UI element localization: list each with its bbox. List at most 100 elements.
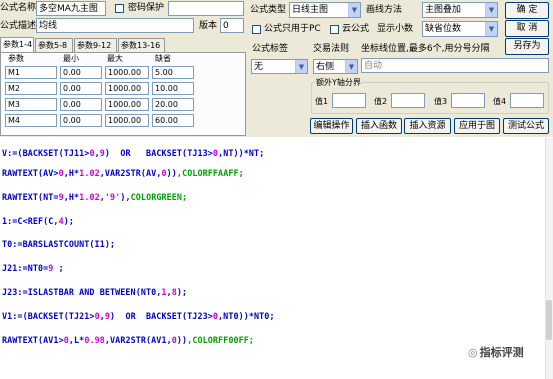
chevron-down-icon: ▼ [345, 60, 357, 73]
param-default-cell[interactable]: 20.00 [152, 98, 194, 111]
vertical-scrollbar[interactable] [545, 138, 553, 379]
code-line[interactable]: RAWTEXT(NT=9,H*1.02,'9'),COLORGREEN; [2, 192, 187, 202]
param-min-cell[interactable]: 0.00 [60, 82, 102, 95]
chevron-down-icon: ▼ [485, 22, 497, 36]
param-name-cell[interactable]: M4 [5, 114, 57, 127]
params-header-min: 最小 [63, 54, 79, 63]
param-name-cell[interactable]: M3 [5, 98, 57, 111]
watermark-text: 指标评测 [479, 346, 524, 359]
version-label: 版本 [199, 21, 218, 31]
code-line[interactable]: T0:=BARSLASTCOUNT(I1); [2, 239, 115, 249]
coord-line-label: 坐标线位置,最多6个,用分号分隔 [361, 44, 490, 54]
save-as-button[interactable]: 另存为 [505, 38, 549, 55]
extra-y-axis-label: 额外Y轴分界 [315, 77, 362, 89]
value4-input[interactable] [510, 93, 544, 108]
param-min-cell[interactable]: 0.00 [60, 98, 102, 111]
password-checkbox[interactable] [115, 4, 124, 13]
code-token: ); [176, 287, 188, 297]
code-line[interactable]: RAWTEXT(AV>0,H*1.02,VAR2STR(AV,0)),COLOR… [2, 168, 244, 178]
tab-params-1-4[interactable]: 参数1-4 [0, 37, 34, 52]
decimals-label: 显示小数 [377, 24, 414, 34]
formula-type-label: 公式类型 [250, 5, 287, 15]
code-token: '9' [104, 192, 121, 202]
param-default-cell[interactable]: 60.00 [152, 114, 194, 127]
code-line[interactable]: V1:=(BACKSET(TJ21>0,9) OR BACKSET(TJ23>0… [2, 311, 275, 321]
param-max-cell[interactable]: 1000.00 [105, 66, 149, 79]
code-line[interactable]: 1:=C<REF(C,4); [2, 216, 74, 226]
tab-params-9-12[interactable]: 参数9-12 [74, 38, 117, 52]
password-input[interactable] [168, 1, 244, 16]
watermark: ◎ 指标评测 [468, 344, 524, 360]
code-token: ,COLORFF00FF; [187, 335, 255, 345]
formula-desc-input[interactable]: 均线 [36, 18, 194, 33]
formula-tag-value: 无 [254, 62, 264, 72]
code-line[interactable]: V:=(BACKSET(TJ11>0,9) OR BACKSET(TJ13>0,… [2, 148, 264, 158]
code-token: ,H* [63, 168, 80, 178]
param-name-cell[interactable]: M2 [5, 82, 57, 95]
chevron-down-icon: ▼ [295, 60, 307, 73]
insert-resource-button[interactable]: 插入资源 [404, 118, 451, 134]
edit-operation-button[interactable]: 编辑操作 [310, 118, 353, 134]
param-max-cell[interactable]: 1000.00 [105, 82, 149, 95]
code-token: ,L* [68, 335, 85, 345]
formula-tag-select[interactable]: 无 ▼ [251, 59, 308, 74]
params-header-default: 缺省 [155, 54, 171, 63]
tab-params-5-8[interactable]: 参数5-8 [35, 38, 73, 52]
formula-type-value: 日线主图 [292, 5, 329, 15]
code-token: ,NT))*NT; [218, 148, 265, 158]
apply-to-chart-button[interactable]: 应用于图 [454, 118, 500, 134]
chevron-down-icon: ▼ [348, 3, 360, 17]
coord-line-input[interactable]: 自动 [361, 58, 549, 73]
code-line[interactable]: J21:=NT0=9 ; [2, 263, 64, 273]
value2-input[interactable] [391, 93, 425, 108]
code-token: T0:=BARSLASTCOUNT(I1); [2, 239, 116, 249]
cloud-formula-label: 云公式 [342, 24, 370, 34]
param-default-cell[interactable]: 5.00 [152, 66, 194, 79]
code-token: ,COLORFFAAFF; [176, 168, 244, 178]
param-min-cell[interactable]: 0.00 [60, 66, 102, 79]
insert-function-button[interactable]: 插入函数 [356, 118, 402, 134]
scrollbar-thumb[interactable] [546, 300, 552, 340]
value4-label: 值4 [493, 97, 507, 106]
value3-input[interactable] [451, 93, 485, 108]
cloud-formula-checkbox[interactable] [330, 25, 339, 34]
code-token: ); [63, 216, 75, 226]
decimals-select[interactable]: 缺省位数 ▼ [422, 21, 498, 37]
draw-method-label: 画线方法 [366, 5, 403, 15]
value1-input[interactable] [332, 93, 366, 108]
value3-label: 值3 [434, 97, 448, 106]
code-token: V1:=(BACKSET(TJ21> [2, 311, 95, 321]
cancel-button[interactable]: 取 消 [505, 20, 549, 37]
code-token: RAWTEXT(AV> [2, 168, 59, 178]
formula-editor-panel: 公式名称 多空MA九主图 密码保护 公式描述 均线 版本 0 公式类型 日线主图… [0, 0, 553, 137]
test-formula-button[interactable]: 测试公式 [503, 118, 549, 134]
tab-params-13-16[interactable]: 参数13-16 [118, 38, 165, 52]
param-default-cell[interactable]: 10.00 [152, 82, 194, 95]
code-token: BACKSET [146, 148, 183, 158]
formula-type-select[interactable]: 日线主图 ▼ [289, 2, 361, 18]
formula-name-input[interactable]: 多空MA九主图 [36, 1, 106, 16]
draw-method-select[interactable]: 主图叠加 ▼ [422, 2, 498, 18]
pc-only-checkbox[interactable] [252, 25, 261, 34]
code-token: ,VAR2STR(AV1, [104, 335, 172, 345]
pc-only-label: 公式只用于PC [264, 24, 321, 34]
param-max-cell[interactable]: 1000.00 [105, 114, 149, 127]
version-input[interactable]: 0 [220, 18, 244, 33]
password-label: 密码保护 [128, 3, 165, 13]
formula-tag-label: 公式标签 [252, 44, 289, 54]
trade-rule-label: 交易法则 [313, 44, 350, 54]
code-token: COLORGREEN; [130, 192, 188, 202]
param-min-cell[interactable]: 0.00 [60, 114, 102, 127]
code-token: V:=( [2, 148, 23, 158]
extra-y-axis-group: 额外Y轴分界 值1 值2 值3 值4 [311, 77, 549, 114]
ok-button[interactable]: 确 定 [505, 2, 549, 19]
param-name-cell[interactable]: M1 [5, 66, 57, 79]
code-line[interactable]: J23:=ISLASTBAR AND BETWEEN(NT0,1,8); [2, 287, 187, 297]
param-max-cell[interactable]: 1000.00 [105, 98, 149, 111]
code-line[interactable]: RAWTEXT(AV1>0,L*0.98,VAR2STR(AV1,0)),COL… [2, 335, 254, 345]
formula-code-editor[interactable]: V:=(BACKSET(TJ11>0,9) OR BACKSET(TJ13>0,… [0, 138, 553, 379]
axis-side-select[interactable]: 右侧 ▼ [313, 59, 358, 74]
code-token: (TJ13> [182, 148, 213, 158]
code-token: ; [53, 263, 64, 273]
value1-label: 值1 [315, 97, 329, 106]
